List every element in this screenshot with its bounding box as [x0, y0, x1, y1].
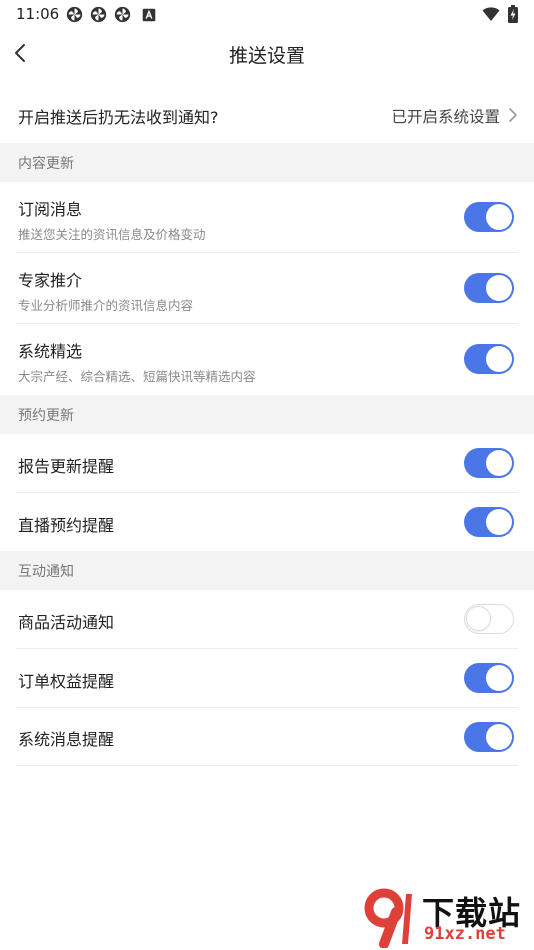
section-header-interaction-notices: 互动通知: [0, 551, 534, 590]
pinwheel-icon: [114, 6, 131, 23]
setting-subtitle: 大宗产经、综合精选、短篇快讯等精选内容: [18, 369, 256, 384]
system-icons: [482, 5, 518, 23]
section-header-label: 预约更新: [18, 408, 74, 424]
setting-row-report-update: 报告更新提醒: [16, 434, 518, 493]
toggle-product-activity[interactable]: [464, 604, 514, 634]
setting-title: 订单权益提醒: [18, 672, 115, 691]
system-settings-row[interactable]: 开启推送后扔无法收到通知? 已开启系统设置: [0, 86, 534, 143]
section-header-label: 内容更新: [18, 156, 74, 172]
toggle-subscription[interactable]: [464, 202, 514, 232]
setting-row-order-benefits: 订单权益提醒: [16, 649, 518, 708]
system-settings-status: 已开启系统设置: [391, 108, 500, 126]
pinwheel-icon: [66, 6, 83, 23]
setting-title: 商品活动通知: [18, 613, 115, 632]
toggle-knob: [486, 450, 512, 476]
section-header-label: 互动通知: [18, 564, 74, 580]
notice-label: 开启推送后扔无法收到通知?: [18, 108, 219, 127]
setting-row-system-messages: 系统消息提醒: [16, 708, 518, 766]
wifi-icon: [482, 7, 500, 21]
a-box-icon: [142, 8, 156, 21]
toggle-system-messages[interactable]: [464, 722, 514, 752]
chevron-right-icon: [509, 108, 517, 122]
watermark: 下载站 91xz.net: [360, 886, 530, 948]
setting-title: 系统消息提醒: [18, 730, 115, 749]
notification-icons: [66, 6, 156, 23]
setting-row-product-activity: 商品活动通知: [16, 590, 518, 649]
status-bar: 11:06: [0, 0, 534, 28]
toggle-knob: [486, 509, 512, 535]
setting-row-expert: 专家推介 专业分析师推介的资讯信息内容: [16, 253, 518, 324]
setting-row-system-picks: 系统精选 大宗产经、综合精选、短篇快讯等精选内容: [16, 324, 518, 395]
page-title: 推送设置: [228, 45, 305, 67]
navigation-bar: 推送设置: [0, 28, 534, 80]
toggle-knob: [486, 204, 512, 230]
setting-subtitle: 专业分析师推介的资讯信息内容: [18, 298, 194, 313]
setting-row-subscription: 订阅消息 推送您关注的资讯信息及价格变动: [16, 182, 518, 253]
battery-charging-icon: [508, 5, 518, 23]
watermark-logo-icon: [364, 888, 412, 948]
toggle-knob: [486, 275, 512, 301]
section-header-content-updates: 内容更新: [0, 143, 534, 182]
status-time: 11:06: [16, 5, 60, 23]
toggle-live-reservation[interactable]: [464, 507, 514, 537]
setting-title: 系统精选: [18, 342, 83, 361]
toggle-knob: [466, 606, 491, 631]
toggle-knob: [486, 724, 512, 750]
setting-title: 订阅消息: [18, 200, 83, 219]
pinwheel-icon: [90, 6, 107, 23]
setting-title: 报告更新提醒: [18, 457, 115, 476]
toggle-report-update[interactable]: [464, 448, 514, 478]
setting-subtitle: 推送您关注的资讯信息及价格变动: [18, 227, 206, 242]
toggle-knob: [486, 346, 512, 372]
setting-row-live-reservation: 直播预约提醒: [16, 493, 518, 551]
setting-title: 直播预约提醒: [18, 516, 115, 535]
toggle-order-benefits[interactable]: [464, 663, 514, 693]
toggle-expert[interactable]: [464, 273, 514, 303]
section-header-reservation-updates: 预约更新: [0, 395, 534, 434]
setting-title: 专家推介: [18, 271, 83, 290]
toggle-system-picks[interactable]: [464, 344, 514, 374]
toggle-knob: [486, 665, 512, 691]
watermark-url: 91xz.net: [424, 924, 506, 944]
